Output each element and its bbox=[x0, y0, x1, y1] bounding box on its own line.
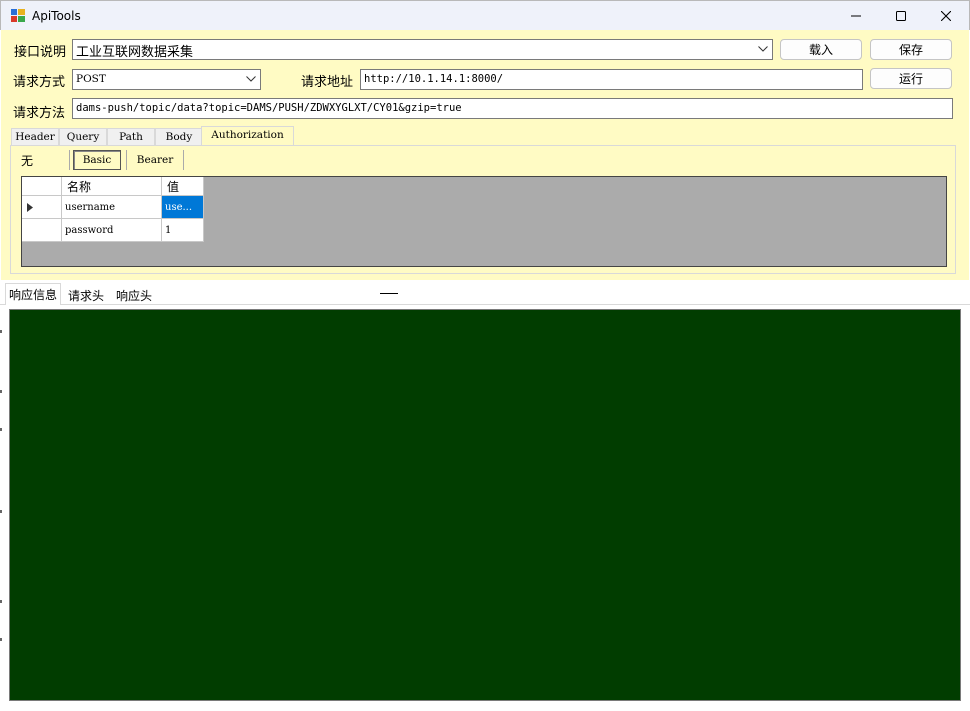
grid-cell-name[interactable]: password bbox=[62, 219, 162, 242]
response-body[interactable] bbox=[9, 309, 961, 701]
close-icon bbox=[941, 11, 951, 21]
load-button[interactable]: 载入 bbox=[780, 39, 862, 60]
tab-body[interactable]: Body bbox=[155, 128, 203, 146]
auth-option-none[interactable]: 无 bbox=[21, 152, 33, 169]
grid-header-value[interactable]: 值 bbox=[162, 177, 204, 196]
response-tabs: 响应信息 请求头 响应头 bbox=[0, 283, 970, 305]
auth-divider bbox=[69, 150, 70, 170]
maximize-button[interactable] bbox=[878, 1, 924, 31]
edge-mark bbox=[0, 390, 2, 393]
title-bar[interactable]: ApiTools bbox=[0, 0, 970, 30]
url-input[interactable]: http://10.1.14.1:8000/ bbox=[360, 69, 863, 90]
splitter-handle[interactable] bbox=[380, 293, 398, 294]
method-combo[interactable]: POST bbox=[72, 69, 261, 90]
tab-query[interactable]: Query bbox=[59, 128, 107, 146]
path-label: 请求方法 bbox=[13, 106, 66, 121]
tab-header[interactable]: Header bbox=[11, 128, 59, 146]
edge-mark bbox=[0, 600, 2, 603]
save-button[interactable]: 保存 bbox=[870, 39, 952, 60]
chevron-down-icon bbox=[246, 76, 256, 82]
path-input[interactable]: dams-push/topic/data?topic=DAMS/PUSH/ZDW… bbox=[72, 98, 953, 119]
tab-response-headers[interactable]: 响应头 bbox=[113, 285, 155, 305]
current-row-icon bbox=[27, 202, 33, 212]
auth-grid[interactable]: 名称 值 username use... password 1 bbox=[21, 176, 947, 267]
grid-cell-value[interactable]: use... bbox=[162, 196, 204, 219]
chevron-down-icon bbox=[758, 46, 768, 52]
grid-corner bbox=[22, 177, 62, 196]
method-label: 请求方式 bbox=[13, 75, 66, 90]
url-label: 请求地址 bbox=[301, 75, 354, 90]
desc-value: 工业互联网数据采集 bbox=[76, 45, 194, 60]
tab-authorization[interactable]: Authorization bbox=[201, 126, 294, 146]
run-button[interactable]: 运行 bbox=[870, 68, 952, 89]
tab-response-info[interactable]: 响应信息 bbox=[5, 283, 62, 305]
row-header[interactable] bbox=[22, 196, 62, 219]
grid-header-name[interactable]: 名称 bbox=[62, 177, 162, 196]
app-icon bbox=[11, 9, 25, 22]
row-header[interactable] bbox=[22, 219, 62, 242]
grid-cell-value[interactable]: 1 bbox=[162, 219, 204, 242]
edge-mark bbox=[0, 330, 2, 333]
minimize-button[interactable] bbox=[833, 1, 879, 31]
close-button[interactable] bbox=[923, 1, 969, 31]
tab-request-headers[interactable]: 请求头 bbox=[65, 285, 107, 305]
tab-path[interactable]: Path bbox=[107, 128, 155, 146]
grid-cell-name[interactable]: username bbox=[62, 196, 162, 219]
method-value: POST bbox=[76, 73, 106, 85]
url-value: http://10.1.14.1:8000/ bbox=[364, 73, 504, 85]
minimize-icon bbox=[851, 15, 861, 17]
path-value: dams-push/topic/data?topic=DAMS/PUSH/ZDW… bbox=[76, 102, 462, 114]
edge-mark bbox=[0, 510, 2, 513]
maximize-icon bbox=[896, 11, 906, 21]
auth-option-basic[interactable]: Basic bbox=[73, 150, 121, 170]
edge-mark bbox=[0, 638, 2, 641]
desc-label: 接口说明 bbox=[14, 45, 67, 60]
authorization-panel: 无 Basic Bearer 名称 值 username use... pass… bbox=[10, 145, 956, 274]
auth-option-bearer[interactable]: Bearer bbox=[126, 150, 184, 170]
window-title: ApiTools bbox=[32, 9, 81, 23]
edge-mark bbox=[0, 428, 2, 431]
desc-combo[interactable]: 工业互联网数据采集 bbox=[72, 39, 773, 60]
